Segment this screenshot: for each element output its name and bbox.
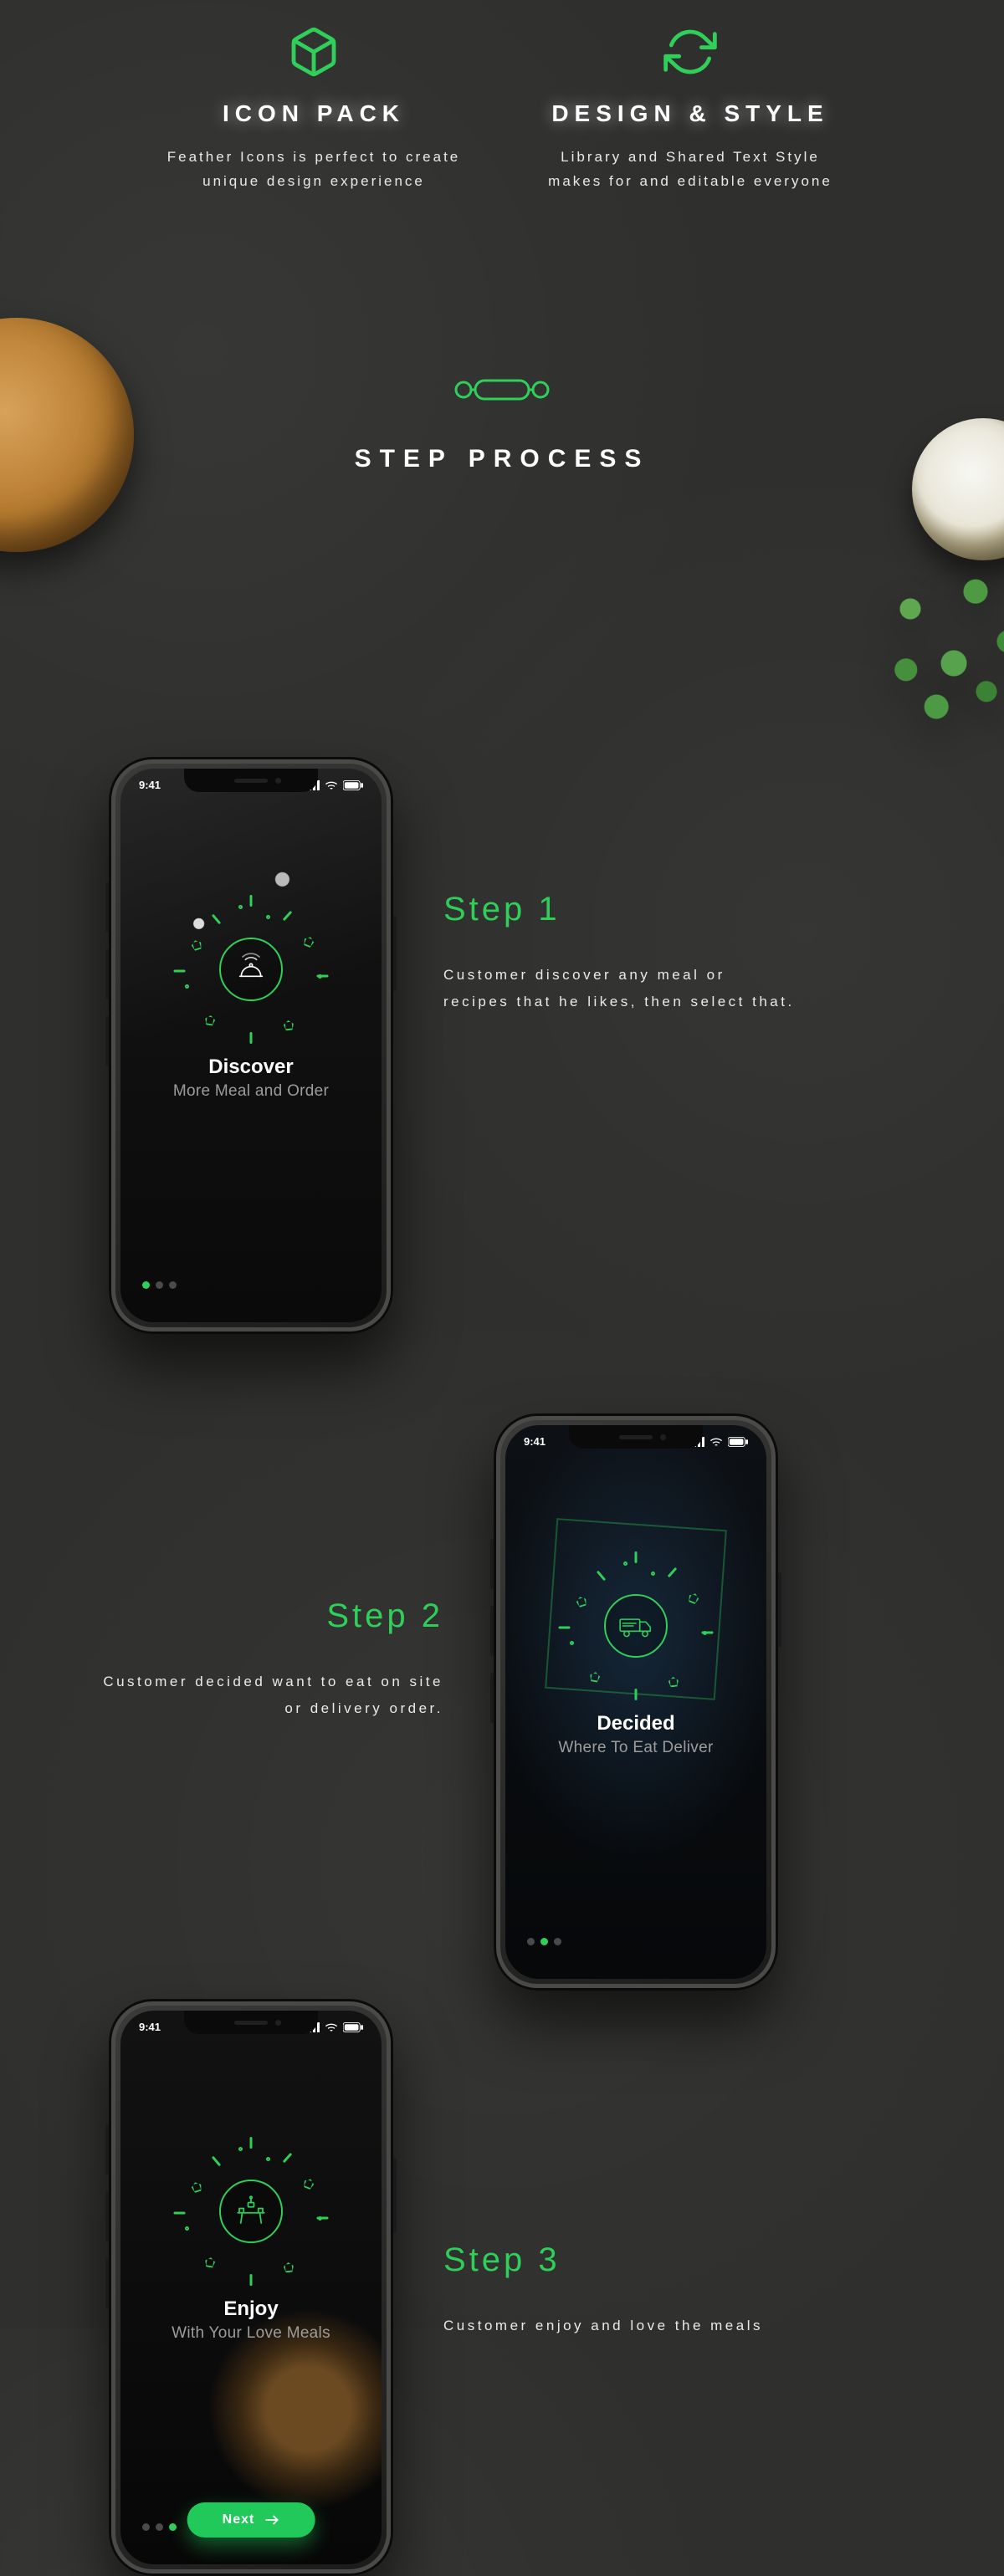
- pager-dot: [156, 2523, 163, 2531]
- food-truck-icon: [617, 1609, 654, 1643]
- next-button-label: Next: [223, 2512, 255, 2527]
- statusbar-time: 9:41: [139, 779, 161, 791]
- bread-prop: [0, 318, 134, 552]
- step-1: 9:41: [109, 757, 795, 1334]
- feature-design-style: DESIGN & STYLE Library and Shared Text S…: [540, 25, 841, 194]
- pager: [527, 1938, 561, 1945]
- phone-notch: [569, 1425, 703, 1449]
- battery-icon: [343, 780, 363, 790]
- pager-dot: [527, 1938, 535, 1945]
- wifi-icon: [709, 1437, 723, 1447]
- onboard-title: Enjoy: [223, 2297, 278, 2321]
- step-2-text: Step 2 Customer decided want to eat on s…: [92, 1489, 443, 1723]
- decided-illustration: [565, 1555, 707, 1697]
- phone-mockup-1: 9:41: [109, 757, 393, 1334]
- enjoy-illustration: [180, 2140, 322, 2282]
- feature-desc: Feather Icons is perfect to create uniqu…: [163, 146, 464, 194]
- phone-notch: [184, 2011, 318, 2034]
- step-label: Step 3: [443, 2241, 795, 2279]
- wifi-icon: [325, 2022, 338, 2032]
- battery-icon: [343, 2022, 363, 2032]
- phone-mockup-2: 9:41: [494, 1413, 778, 1991]
- onboard-title: Decided: [597, 1712, 674, 1735]
- step-2: 9:41: [92, 1489, 778, 1991]
- phone-notch: [184, 769, 318, 792]
- pager: [142, 1281, 177, 1289]
- battery-icon: [728, 1437, 748, 1447]
- pager-dot: [156, 1281, 163, 1289]
- features-row: ICON PACK Feather Icons is perfect to cr…: [0, 0, 1004, 194]
- statusbar-time: 9:41: [524, 1435, 546, 1448]
- pager-dot: [554, 1938, 561, 1945]
- phone-mockup-3: 9:41: [109, 1999, 393, 2576]
- feature-title: ICON PACK: [163, 100, 464, 127]
- step-label: Step 2: [92, 1597, 443, 1635]
- herb-prop: [845, 544, 1004, 761]
- feature-title: DESIGN & STYLE: [540, 100, 841, 127]
- pager: [142, 2523, 177, 2531]
- section-title: STEP PROCESS: [0, 445, 1004, 473]
- step-desc: Customer decided want to eat on site or …: [92, 1669, 443, 1723]
- onboard-subtitle: With Your Love Meals: [172, 2324, 330, 2343]
- pager-dot: [142, 1281, 150, 1289]
- pager-dot: [169, 2523, 177, 2531]
- onboard-subtitle: More Meal and Order: [173, 1082, 329, 1101]
- onboard-subtitle: Where To Eat Deliver: [558, 1739, 713, 1757]
- box-icon: [287, 25, 341, 79]
- section-header: STEP PROCESS: [0, 370, 1004, 473]
- rolling-pin-icon: [452, 370, 552, 410]
- feature-desc: Library and Shared Text Style makes for …: [540, 146, 841, 194]
- statusbar-time: 9:41: [139, 2021, 161, 2033]
- pager-dot: [142, 2523, 150, 2531]
- refresh-icon: [663, 25, 717, 79]
- discover-illustration: [180, 898, 322, 1040]
- step-3: 9:41: [109, 1999, 795, 2576]
- onboard-title: Discover: [208, 1055, 293, 1079]
- pager-dot: [169, 1281, 177, 1289]
- pager-dot: [540, 1938, 548, 1945]
- step-1-text: Step 1 Customer discover any meal or rec…: [443, 757, 795, 1016]
- step-desc: Customer enjoy and love the meals: [443, 2313, 795, 2339]
- step-label: Step 1: [443, 891, 795, 928]
- next-button[interactable]: Next: [187, 2502, 315, 2538]
- feature-icon-pack: ICON PACK Feather Icons is perfect to cr…: [163, 25, 464, 194]
- wifi-icon: [325, 780, 338, 790]
- step-desc: Customer discover any meal or recipes th…: [443, 962, 795, 1016]
- step-3-text: Step 3 Customer enjoy and love the meals: [443, 1999, 795, 2339]
- arrow-right-icon: [264, 2514, 279, 2526]
